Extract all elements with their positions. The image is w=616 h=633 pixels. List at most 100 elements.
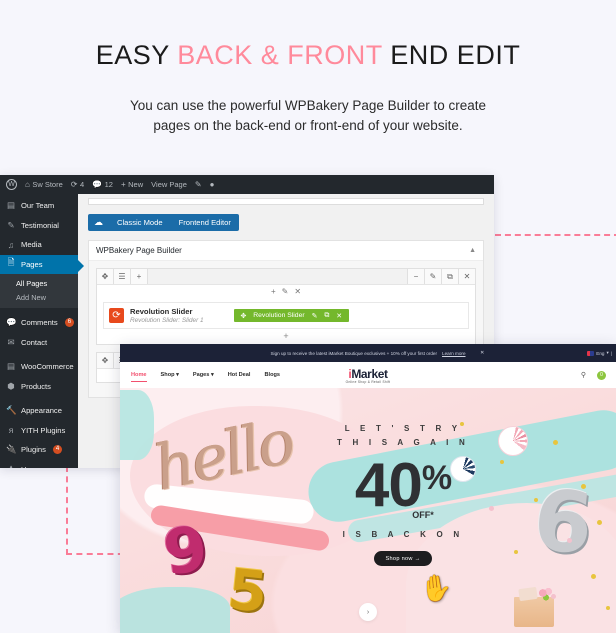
- nav-item-home[interactable]: Home: [131, 372, 147, 382]
- cart-icon[interactable]: 0: [597, 370, 606, 380]
- vc-row-1-toolbar: ✥ ☰ + − ✎ ⧉ ✕: [97, 269, 475, 285]
- vc-element-title: Revolution Slider: [130, 307, 193, 316]
- sidebar-item-yith-plugins[interactable]: я YITH Plugins: [0, 421, 78, 441]
- nav-item-shop[interactable]: Shop ▾: [161, 372, 179, 378]
- pink-confetti-dot: [489, 506, 494, 511]
- balloon-9: 9: [159, 511, 212, 590]
- mint-shape-bottom-left: [120, 587, 230, 633]
- promo-subtitle-line2: pages on the back-end or front-end of yo…: [153, 117, 463, 133]
- clone-icon[interactable]: ⧉: [324, 312, 329, 320]
- clone-icon[interactable]: ⧉: [441, 269, 458, 284]
- admin-bar-site-name[interactable]: ⌂ Sw Store: [25, 180, 63, 189]
- pages-icon: 🗎: [7, 257, 15, 268]
- vc-column-inline-controls: + ✎ ✕: [97, 285, 475, 298]
- promo-subtitle-line1: You can use the powerful WPBakery Page B…: [130, 98, 486, 113]
- learn-more-link[interactable]: Learn more: [442, 351, 466, 356]
- close-icon[interactable]: ✕: [336, 312, 342, 320]
- tab-frontend-editor[interactable]: Frontend Editor: [171, 214, 239, 231]
- vc-element-subtitle: Revolution Slider: Slider 1: [130, 317, 204, 324]
- hero-line-3: I S B A C K O N: [342, 530, 464, 540]
- hero-copy: L E T ' S T R Y T H I S A G A I N 40 % O…: [328, 424, 478, 567]
- hero-banner: hello 9 5 6 L E T ' S T R Y T H I S A G …: [120, 388, 616, 633]
- close-icon[interactable]: ✕: [294, 287, 301, 296]
- sidebar-item-contact[interactable]: ✉ Contact: [0, 333, 78, 353]
- nav-item-hot-deal[interactable]: Hot Deal: [228, 372, 251, 378]
- sidebar-item-woocommerce[interactable]: ▤ WooCommerce: [0, 357, 78, 377]
- logo-tagline: Online Shop & Retail Shift: [345, 379, 391, 384]
- shop-now-button[interactable]: Shop now →: [374, 551, 432, 567]
- admin-bar-view-page[interactable]: View Page: [151, 180, 187, 189]
- brush-icon: 🔨: [6, 405, 17, 416]
- avatar-icon[interactable]: ●: [210, 180, 215, 189]
- vc-row-1-left-controls: ✥ ☰ +: [97, 269, 148, 284]
- chevron-down-icon: ▾: [210, 372, 214, 378]
- promo-topbar-message: Sign up to receive the latest iMarket Bo…: [270, 350, 438, 356]
- home-icon: ⌂: [25, 179, 30, 189]
- cart-icon: ▤: [6, 361, 16, 372]
- columns-icon[interactable]: ☰: [114, 269, 131, 284]
- vc-element-revolution-slider[interactable]: ⟳ Revolution Slider Revolution Slider: S…: [103, 302, 469, 329]
- nav-item-pages[interactable]: Pages ▾: [193, 372, 214, 378]
- wordpress-logo-icon[interactable]: [6, 179, 17, 190]
- drag-icon[interactable]: ✥: [97, 269, 114, 284]
- gift-bag-with-flowers: [514, 587, 554, 627]
- group-icon: ▤: [6, 200, 16, 211]
- editor-mode-tabs: ☁ Classic Mode Frontend Editor: [88, 214, 239, 231]
- close-icon[interactable]: ✕: [458, 269, 475, 284]
- wp-admin-bar: ⌂ Sw Store ⟳ 4 💬 12 + New View Page ✎ ●: [0, 175, 494, 194]
- pencil-icon[interactable]: ✎: [282, 287, 289, 296]
- admin-bar-new[interactable]: + New: [121, 180, 143, 189]
- balloon-6: 6: [528, 470, 597, 574]
- pencil-icon[interactable]: ✎: [312, 312, 318, 320]
- gold-confetti-dot: [606, 606, 610, 610]
- sidebar-subitem-all-pages[interactable]: All Pages: [0, 276, 78, 290]
- gold-confetti-dot: [500, 460, 504, 464]
- close-icon[interactable]: ✕: [480, 350, 484, 356]
- sidebar-item-our-team[interactable]: ▤ Our Team: [0, 196, 78, 216]
- pencil-square-icon[interactable]: ✎: [195, 180, 202, 189]
- comment-icon: 💬: [6, 317, 17, 328]
- sidebar-item-products[interactable]: ⬢ Products: [0, 377, 78, 397]
- sidebar-item-appearance[interactable]: 🔨 Appearance: [0, 401, 78, 421]
- admin-bar-updates[interactable]: ⟳ 4: [71, 180, 84, 189]
- wp-admin-sidebar: ▤ Our Team ✎ Testimonial ♫ Media 🗎 Pages…: [0, 194, 84, 468]
- cloud-icon: ☁: [94, 217, 103, 227]
- site-logo[interactable]: iMarket Online Shop & Retail Shift: [346, 367, 391, 384]
- sidebar-item-testimonial[interactable]: ✎ Testimonial: [0, 216, 78, 236]
- user-icon: ♟: [6, 464, 16, 468]
- plus-icon[interactable]: +: [271, 287, 276, 296]
- page-title-input[interactable]: [88, 198, 484, 205]
- drag-icon[interactable]: ✥: [241, 312, 247, 320]
- plus-icon[interactable]: +: [131, 269, 148, 284]
- media-icon: ♫: [7, 239, 15, 250]
- sidebar-item-plugins[interactable]: 🔌 Plugins 4: [0, 440, 78, 460]
- mint-shape-left: [120, 390, 154, 460]
- pink-confetti-dot: [567, 538, 572, 543]
- chevron-up-icon[interactable]: ▲: [469, 247, 476, 254]
- chevron-down-icon[interactable]: −: [407, 269, 424, 284]
- admin-bar-comments[interactable]: 💬 12: [92, 180, 113, 189]
- vc-add-element-button[interactable]: +: [97, 329, 475, 344]
- pencil-icon[interactable]: ✎: [424, 269, 441, 284]
- header-actions: ⚲ 0: [581, 370, 606, 380]
- wpbakery-panel-header: WPBakery Page Builder ▲: [89, 241, 483, 261]
- hero-line-2: T H I S A G A I N: [337, 438, 469, 447]
- language-selector[interactable]: Eng ▾ |: [587, 350, 612, 356]
- site-header: Home Shop ▾ Pages ▾ Hot Deal Blogs iMark…: [120, 362, 616, 388]
- promo-topbar-message-group: Sign up to receive the latest iMarket Bo…: [270, 351, 465, 356]
- gold-confetti-dot: [553, 440, 558, 445]
- tab-classic-mode[interactable]: Classic Mode: [109, 214, 171, 231]
- sidebar-item-pages[interactable]: 🗎 Pages: [0, 254, 84, 274]
- nav-item-blogs[interactable]: Blogs: [264, 372, 280, 378]
- sidebar-item-media[interactable]: ♫ Media: [0, 235, 78, 255]
- sidebar-subitem-add-new[interactable]: Add New: [0, 290, 78, 304]
- sidebar-item-comments[interactable]: 💬 Comments 6: [0, 313, 78, 333]
- sidebar-submenu-pages: All Pages Add New: [0, 274, 78, 308]
- hero-discount: 40 %: [328, 454, 478, 516]
- drag-icon[interactable]: ✥: [97, 353, 114, 368]
- refresh-icon: ⟳: [70, 179, 78, 189]
- mail-icon: ✉: [7, 336, 15, 347]
- scroll-down-button[interactable]: ›: [359, 603, 377, 621]
- sidebar-item-users[interactable]: ♟ Users: [0, 460, 78, 468]
- search-icon[interactable]: ⚲: [581, 371, 586, 379]
